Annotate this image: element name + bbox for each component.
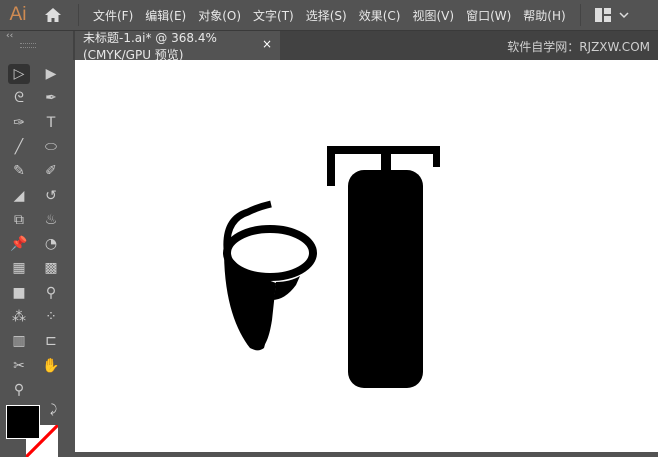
menu-edit[interactable]: 编辑(E) <box>139 7 192 24</box>
rotate-icon: ↺ <box>45 187 57 204</box>
column-graph-tool[interactable]: ▥ <box>8 331 30 351</box>
document-tab-bar: ‹‹ 未标题-1.ai* @ 368.4% (CMYK/GPU 预览) × 软件自… <box>0 30 658 62</box>
menu-effect[interactable]: 效果(C) <box>353 7 407 24</box>
paintbrush-icon: ✎ <box>13 163 25 180</box>
eyedropper-icon: ⚲ <box>45 284 57 301</box>
swap-colors-icon[interactable]: ⤸ <box>50 402 57 417</box>
pin-icon: 📌 <box>10 236 28 253</box>
lasso-icon: ᘓ <box>14 90 24 107</box>
lasso-tool[interactable]: ᘓ <box>8 88 30 108</box>
mesh-icon: ▩ <box>44 260 58 277</box>
perspective-grid-icon: ▦ <box>12 260 26 277</box>
menu-file[interactable]: 文件(F) <box>87 7 139 24</box>
ellipse-icon: ⬭ <box>45 138 57 155</box>
chevron-down-icon <box>619 12 629 19</box>
shape-builder-icon: ◔ <box>44 236 58 253</box>
blend-tool[interactable]: ⁂ <box>8 307 30 327</box>
collapse-toolbar-button[interactable]: ‹‹ <box>6 31 13 41</box>
eyedropper-tool[interactable]: ⚲ <box>40 283 62 303</box>
slice-tool[interactable]: ✂ <box>8 356 30 376</box>
gradient-icon: ■ <box>12 284 26 301</box>
symbol-sprayer-icon: ⁘ <box>45 309 57 325</box>
workspace-switcher[interactable] <box>594 8 629 22</box>
curvature-tool[interactable]: ✑ <box>8 113 30 133</box>
artboard-canvas[interactable] <box>75 60 658 452</box>
app-logo: Ai <box>9 4 27 25</box>
layout-icon <box>594 8 611 22</box>
pen-icon: ✒ <box>45 90 57 107</box>
menu-type[interactable]: 文字(T) <box>247 7 300 24</box>
shaper-icon: ✐ <box>45 163 57 180</box>
curvature-icon: ✑ <box>13 114 25 131</box>
home-icon <box>45 8 61 22</box>
line-tool[interactable]: ╱ <box>8 137 30 157</box>
menu-select[interactable]: 选择(S) <box>300 7 353 24</box>
watermark: 软件自学网：RJZXW.COM <box>507 40 650 54</box>
toolbar-header: ‹‹ <box>0 31 73 60</box>
menu-bar: Ai 文件(F) 编辑(E) 对象(O) 文字(T) 选择(S) 效果(C) 视… <box>0 0 658 31</box>
shape-builder-tool[interactable]: ◔ <box>40 234 62 254</box>
gradient-tool[interactable]: ■ <box>8 283 30 303</box>
shaper-tool[interactable]: ✐ <box>40 161 62 181</box>
home-button[interactable] <box>36 7 70 23</box>
menu-window[interactable]: 窗口(W) <box>460 7 517 24</box>
tools-panel: ▷ ▶ ᘓ ✒ ✑ T ╱ ⬭ ✎ ✐ ◢ ↺ ⧉ ♨ 📌 ◔ ▦ ▩ ■ ⚲ ⁂ ⁘ ▥ ⊏ ✂ ✋ ⚲ ⤸ <box>0 60 73 457</box>
zoom-icon: ⚲ <box>13 381 25 398</box>
menu-view[interactable]: 视图(V) <box>406 7 460 24</box>
artboard-tool[interactable]: ⊏ <box>40 331 62 351</box>
document-tab[interactable]: 未标题-1.ai* @ 368.4% (CMYK/GPU 预览) × <box>75 30 280 62</box>
rotate-tool[interactable]: ↺ <box>40 186 62 206</box>
artboard-icon: ⊏ <box>45 333 57 350</box>
scale-tool[interactable]: ⧉ <box>8 210 30 230</box>
direct-selection-icon: ▶ <box>45 66 57 82</box>
column-graph-icon: ▥ <box>12 333 26 350</box>
ellipse-tool[interactable]: ⬭ <box>40 137 62 157</box>
pin-tool[interactable]: 📌 <box>8 234 30 254</box>
line-icon: ╱ <box>14 138 24 155</box>
menu-help[interactable]: 帮助(H) <box>517 7 571 24</box>
menu-object[interactable]: 对象(O) <box>192 7 247 24</box>
hand-tool[interactable]: ✋ <box>40 356 62 376</box>
type-icon: T <box>46 114 56 131</box>
fill-color-swatch[interactable] <box>6 405 40 439</box>
tab-title: 未标题-1.ai* @ 368.4% (CMYK/GPU 预览) <box>83 30 217 62</box>
mesh-tool[interactable]: ▩ <box>40 258 62 278</box>
slice-icon: ✂ <box>13 357 25 374</box>
selection-icon: ▷ <box>13 66 25 82</box>
type-tool[interactable]: T <box>40 113 62 133</box>
drag-handle[interactable] <box>20 43 36 48</box>
scale-icon: ⧉ <box>14 211 24 228</box>
divider <box>78 4 79 26</box>
symbol-sprayer-tool[interactable]: ⁘ <box>40 307 62 327</box>
direct-selection-tool[interactable]: ▶ <box>40 64 62 84</box>
artwork[interactable] <box>75 60 658 452</box>
warp-icon: ♨ <box>44 211 58 228</box>
pen-tool[interactable]: ✒ <box>40 88 62 108</box>
close-tab-button[interactable]: × <box>262 37 272 51</box>
paintbrush-tool[interactable]: ✎ <box>8 161 30 181</box>
hand-icon: ✋ <box>42 357 60 374</box>
blend-icon: ⁂ <box>12 309 26 325</box>
perspective-grid-tool[interactable]: ▦ <box>8 258 30 278</box>
zoom-tool[interactable]: ⚲ <box>8 380 30 400</box>
pump-cup-shape[interactable] <box>223 200 317 351</box>
eraser-icon: ◢ <box>13 187 25 204</box>
eraser-tool[interactable]: ◢ <box>8 186 30 206</box>
warp-tool[interactable]: ♨ <box>40 210 62 230</box>
pump-shape[interactable] <box>327 146 440 388</box>
divider <box>579 4 581 26</box>
selection-tool[interactable]: ▷ <box>8 64 30 84</box>
